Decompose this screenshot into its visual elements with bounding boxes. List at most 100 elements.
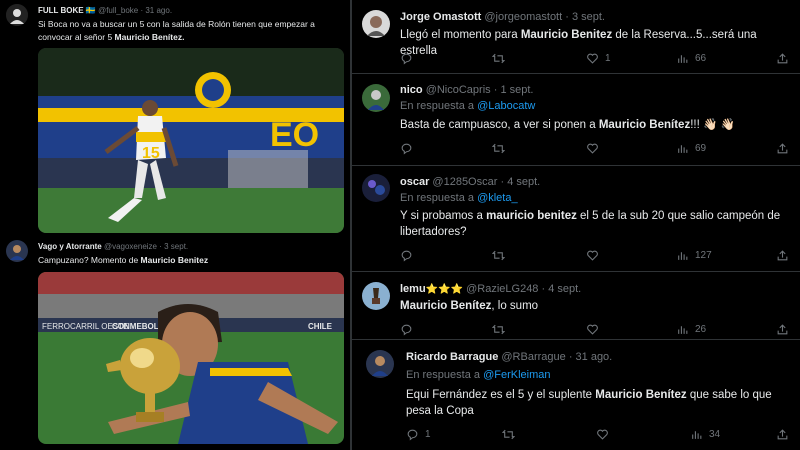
retweet-button[interactable]: [502, 428, 515, 441]
reply-tweet-oscar[interactable]: oscar @1285Oscar · 4 sept. En respuesta …: [352, 166, 800, 272]
handle[interactable]: @RBarrague: [501, 351, 565, 363]
view-count: 127: [695, 250, 712, 261]
avatar[interactable]: [366, 350, 394, 378]
share-button[interactable]: [776, 323, 789, 336]
reply-button[interactable]: [400, 249, 413, 262]
share-icon: [777, 143, 788, 154]
share-icon: [777, 53, 788, 64]
reply-button[interactable]: [400, 142, 413, 155]
reply-prefix: En respuesta a: [400, 192, 478, 204]
views-button[interactable]: 69: [676, 142, 706, 155]
right-screenshot-panel: Jorge Omastott @jorgeomastott · 3 sept. …: [352, 0, 800, 450]
heart-icon: [587, 250, 598, 261]
handle[interactable]: @vagoxeneize: [104, 242, 157, 251]
reply-tweet-ricardo[interactable]: Ricardo Barrague @RBarrague · 31 ago. En…: [352, 340, 800, 450]
reply-button[interactable]: 1: [406, 428, 431, 441]
views-button[interactable]: 34: [690, 428, 720, 441]
reply-to-link[interactable]: @Labocatw: [477, 100, 535, 112]
like-button[interactable]: [586, 249, 599, 262]
avatar[interactable]: [362, 84, 390, 112]
handle[interactable]: @jorgeomastott: [484, 11, 562, 23]
ad-board-mid: CONMEBOL: [112, 322, 159, 331]
reply-to-link[interactable]: @FerKleiman: [483, 369, 550, 381]
views-button[interactable]: 26: [676, 323, 706, 336]
view-count: 26: [695, 324, 707, 335]
reply-to-link[interactable]: @kleta_: [477, 192, 518, 204]
avatar[interactable]: [6, 4, 28, 26]
reply-button[interactable]: [400, 323, 413, 336]
tweet-text-bold: Mauricio Benítez: [400, 300, 492, 312]
reply-tweet-lemu[interactable]: lemu⭐⭐⭐ @RazieLG248 · 4 sept. Mauricio B…: [352, 272, 800, 340]
timestamp[interactable]: · 31 ago.: [140, 6, 172, 15]
views-button[interactable]: 66: [676, 52, 706, 65]
share-button[interactable]: [776, 428, 789, 441]
display-name[interactable]: FULL BOKE: [38, 6, 84, 15]
heart-icon: [587, 324, 598, 335]
tweet-text-bold: Mauricio Benitez: [520, 29, 613, 41]
display-name[interactable]: oscar: [400, 176, 429, 188]
retweet-button[interactable]: [492, 323, 505, 336]
retweet-button[interactable]: [492, 249, 505, 262]
retweet-button[interactable]: [492, 142, 505, 155]
tweet-text-bold: Mauricio Benítez: [595, 389, 687, 401]
reply-icon: [401, 250, 412, 262]
action-bar: 1 34: [406, 428, 796, 442]
retweet-icon: [492, 53, 505, 64]
tweet-text-part: Basta de campuasco, a ver si ponen a: [400, 119, 599, 131]
retweet-icon: [492, 324, 505, 335]
timestamp[interactable]: · 3 sept.: [565, 11, 605, 23]
tweet-header: Ricardo Barrague @RBarrague · 31 ago.: [406, 351, 612, 363]
reply-prefix: En respuesta a: [406, 369, 484, 381]
views-icon: [692, 431, 702, 439]
display-name[interactable]: Jorge Omastott: [400, 11, 481, 23]
avatar[interactable]: [362, 174, 390, 202]
reply-context: En respuesta a @FerKleiman: [406, 369, 550, 381]
like-count: 1: [605, 53, 611, 64]
retweet-icon: [502, 429, 515, 440]
views-button[interactable]: 127: [676, 249, 712, 262]
share-icon: [777, 250, 788, 261]
tweet-full-boke[interactable]: FULL BOKE 🇸🇪 @full_boke · 31 ago. Si Boc…: [6, 4, 346, 44]
display-name[interactable]: Vago y Atorrante: [38, 242, 102, 251]
avatar[interactable]: [362, 10, 390, 38]
display-name[interactable]: lemu: [400, 283, 426, 295]
tweet-text-bold: mauricio benitez: [486, 210, 577, 222]
display-name[interactable]: Ricardo Barrague: [406, 351, 498, 363]
tweet-image-player-trophy[interactable]: FERROCARRIL OESTE CONMEBOL CHILE: [38, 272, 344, 444]
like-button[interactable]: 1: [586, 52, 611, 65]
timestamp[interactable]: · 4 sept.: [500, 176, 540, 188]
reply-tweet-nico[interactable]: nico @NicoCapris · 1 sept. En respuesta …: [352, 74, 800, 166]
tweet-vago-atorrante[interactable]: Vago y Atorrante @vagoxeneize · 3 sept. …: [6, 240, 346, 270]
tweet-text-bold: Mauricio Benítez: [598, 119, 691, 131]
timestamp[interactable]: · 31 ago.: [569, 351, 612, 363]
reply-context: En respuesta a @kleta_: [400, 192, 518, 204]
reply-tweet-jorge[interactable]: Jorge Omastott @jorgeomastott · 3 sept. …: [352, 0, 800, 74]
timestamp[interactable]: · 4 sept.: [542, 283, 582, 295]
handle[interactable]: @full_boke: [98, 6, 138, 15]
timestamp[interactable]: · 3 sept.: [159, 242, 188, 251]
like-button[interactable]: [586, 142, 599, 155]
avatar[interactable]: [6, 240, 28, 262]
tweet-text-part: !!! 👋🏻 👋🏻: [690, 119, 735, 131]
action-bar: 1 66: [400, 52, 790, 66]
share-button[interactable]: [776, 249, 789, 262]
like-button[interactable]: [596, 428, 609, 441]
avatar[interactable]: [362, 282, 390, 310]
tweet-text-part: Equi Fernández es el 5 y el suplente: [406, 389, 596, 401]
display-name[interactable]: nico: [400, 84, 423, 96]
reply-prefix: En respuesta a: [400, 100, 478, 112]
action-bar: 69: [400, 142, 790, 156]
tweet-text-part: Y si probamos a: [400, 210, 487, 222]
reply-icon: [407, 429, 418, 441]
tweet-header: Vago y Atorrante @vagoxeneize · 3 sept.: [38, 242, 188, 251]
handle[interactable]: @RazieLG248: [466, 283, 538, 295]
handle[interactable]: @1285Oscar: [432, 176, 497, 188]
handle[interactable]: @NicoCapris: [426, 84, 491, 96]
retweet-button[interactable]: [492, 52, 505, 65]
like-button[interactable]: [586, 323, 599, 336]
timestamp[interactable]: · 1 sept.: [494, 84, 534, 96]
share-button[interactable]: [776, 142, 789, 155]
reply-button[interactable]: [400, 52, 413, 65]
tweet-image-player-kick[interactable]: EO 15: [38, 48, 344, 233]
share-button[interactable]: [776, 52, 789, 65]
